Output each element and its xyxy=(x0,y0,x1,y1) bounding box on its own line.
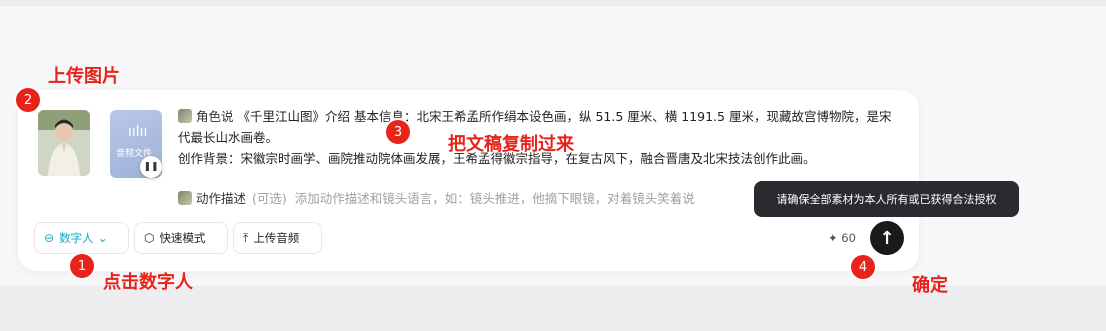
role-avatar-icon xyxy=(178,109,192,123)
action-avatar-icon xyxy=(178,191,192,205)
upload-icon: ⤒ xyxy=(243,230,249,245)
send-button[interactable]: ↑ xyxy=(870,221,904,255)
fast-mode-label: 快速模式 xyxy=(159,231,206,245)
credits-count: ✦ 60 xyxy=(828,231,856,245)
authorization-tooltip: 请确保全部素材为本人所有或已获得合法授权 xyxy=(754,181,1019,217)
digital-human-icon: ⊖ xyxy=(44,231,55,245)
annotation-badge-1: 1 xyxy=(70,254,94,278)
action-optional: (可选) xyxy=(252,191,287,206)
arrow-up-icon: ↑ xyxy=(879,227,895,249)
credits-value: 60 xyxy=(841,231,856,245)
upload-audio-label: 上传音频 xyxy=(253,231,300,245)
annotation-click-digital: 点击数字人 xyxy=(103,272,193,293)
digital-human-label: 数字人 xyxy=(59,231,94,245)
cube-icon: ⬡ xyxy=(144,231,155,245)
upload-audio-button[interactable]: ⤒ 上传音频 xyxy=(233,222,322,254)
sound-wave-icon: ıılıı xyxy=(128,124,148,140)
chevron-down-icon: ⌄ xyxy=(97,231,108,245)
fast-mode-button[interactable]: ⬡ 快速模式 xyxy=(134,222,228,254)
annotation-confirm: 确定 xyxy=(912,275,948,296)
action-description-field[interactable]: 动作描述 (可选) 添加动作描述和镜头语言，如：镜头推进，他摘下眼镜，对着镜头笑着… xyxy=(178,188,695,207)
annotation-badge-2: 2 xyxy=(16,88,40,112)
action-tag: 动作描述 xyxy=(196,191,247,206)
role-tag: 角色说 xyxy=(196,109,234,124)
annotation-badge-4: 4 xyxy=(851,255,875,279)
sparkle-icon: ✦ xyxy=(828,231,842,245)
digital-human-dropdown[interactable]: ⊖ 数字人 ⌄ xyxy=(34,222,129,254)
annotation-badge-3: 3 xyxy=(386,120,410,144)
person-photo-icon xyxy=(38,110,90,176)
pause-icon[interactable]: ❚❚ xyxy=(140,156,162,178)
avatar-image[interactable] xyxy=(38,110,90,176)
action-placeholder: 添加动作描述和镜头语言，如：镜头推进，他摘下眼镜，对着镜头笑着说 xyxy=(294,191,695,206)
annotation-upload-image: 上传图片 xyxy=(48,66,120,87)
annotation-paste-script: 把文稿复制过来 xyxy=(448,134,574,155)
